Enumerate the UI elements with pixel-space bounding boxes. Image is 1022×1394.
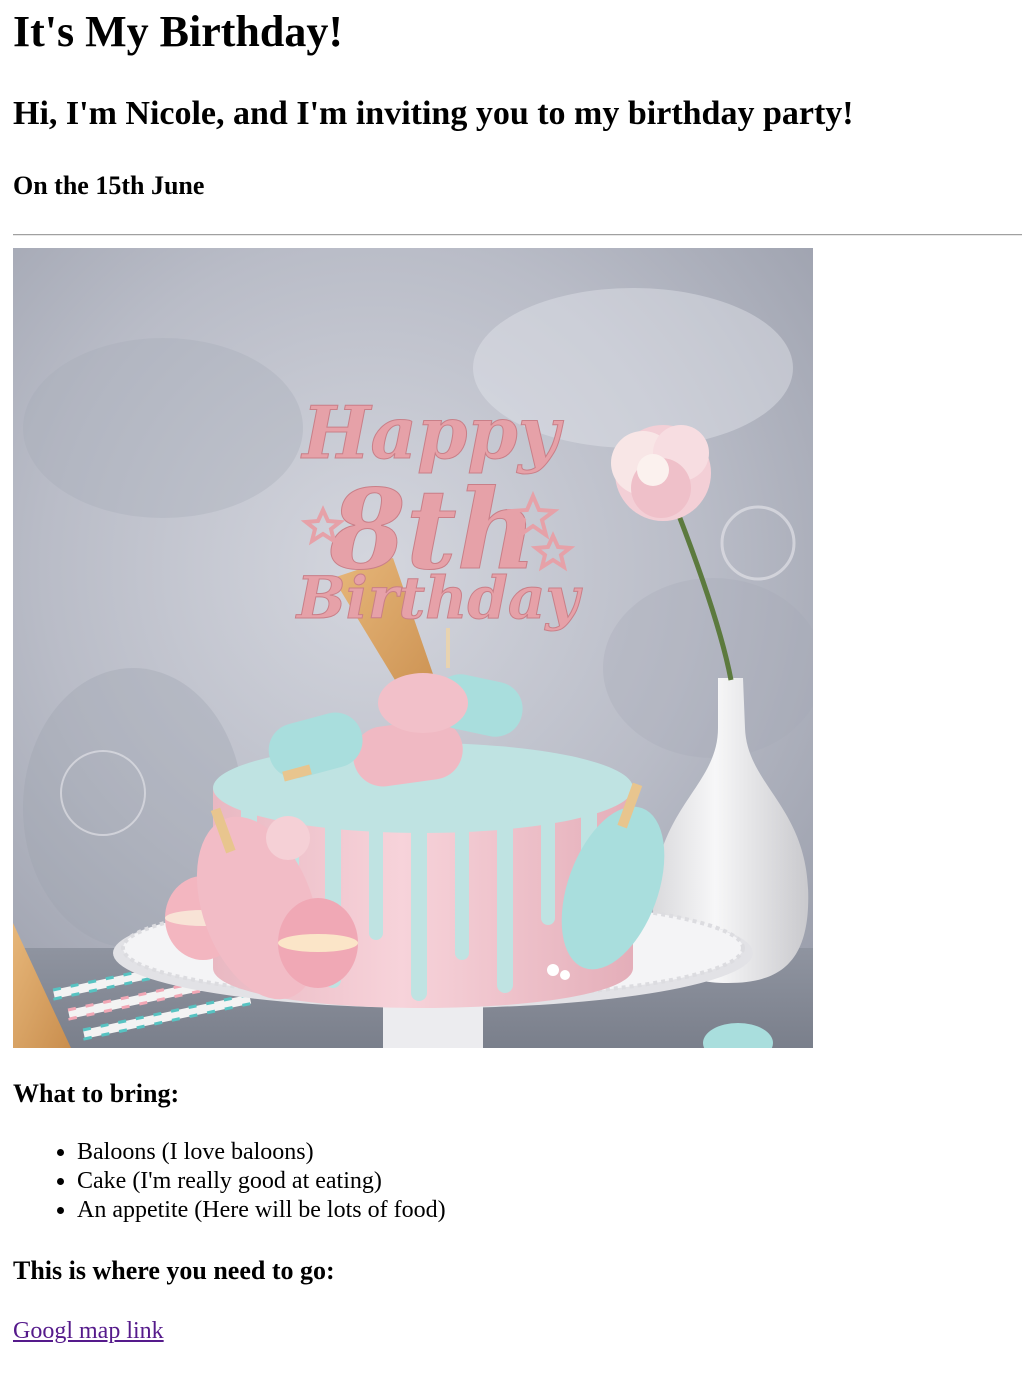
- topper-happy-text: Happy: [300, 390, 563, 475]
- topper-birthday-text: Birthday: [295, 564, 584, 632]
- page-title: It's My Birthday!: [13, 7, 343, 56]
- page-content: It's My Birthday! Hi, I'm Nicole, and I'…: [0, 4, 1022, 1346]
- where-to-go-heading: This is where you need to go:: [13, 1256, 335, 1285]
- list-item: Cake (I'm really good at eating): [77, 1167, 1022, 1196]
- google-map-link[interactable]: Googl map link: [13, 1317, 164, 1346]
- birthday-cake-image: Happy 8th Birthday: [13, 248, 813, 1048]
- bring-list: Baloons (I love baloons) Cake (I'm reall…: [13, 1138, 1022, 1225]
- list-item: An appetite (Here will be lots of food): [77, 1196, 1022, 1225]
- party-date: On the 15th June: [13, 171, 205, 200]
- list-item: Baloons (I love baloons): [77, 1138, 1022, 1167]
- invitation-subtitle: Hi, I'm Nicole, and I'm inviting you to …: [13, 95, 854, 132]
- cake-topper: Happy 8th Birthday: [294, 390, 584, 668]
- divider: [13, 234, 1022, 236]
- what-to-bring-heading: What to bring:: [13, 1079, 180, 1108]
